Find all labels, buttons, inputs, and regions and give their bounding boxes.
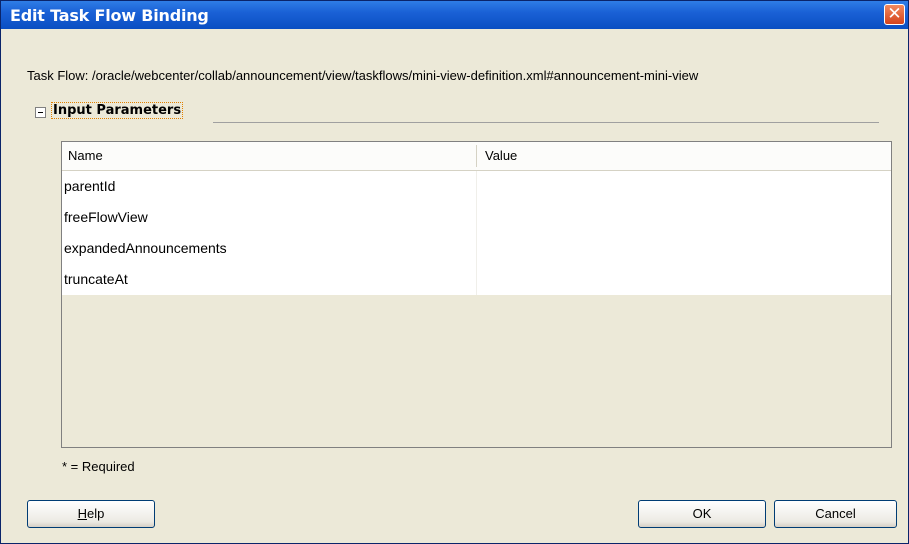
column-separator[interactable] (476, 145, 477, 167)
table-row[interactable]: parentId (62, 171, 891, 202)
help-label: elp (87, 506, 105, 521)
help-button[interactable]: Help (27, 500, 155, 528)
parameters-table: Name Value parentId freeFlowView expande… (61, 141, 892, 448)
cell-separator (476, 171, 477, 202)
cell-separator (476, 233, 477, 264)
parameter-name-cell: expandedAnnouncements (64, 240, 227, 256)
window-title: Edit Task Flow Binding (10, 6, 209, 25)
collapse-icon[interactable] (35, 107, 46, 118)
cancel-button[interactable]: Cancel (774, 500, 897, 528)
section-divider (213, 122, 879, 123)
parameter-name-cell: parentId (64, 178, 116, 194)
table-row[interactable]: expandedAnnouncements (62, 233, 891, 264)
edit-task-flow-binding-dialog: Edit Task Flow Binding ✕ Task Flow: /ora… (0, 0, 909, 544)
task-flow-path: Task Flow: /oracle/webcenter/collab/anno… (27, 68, 699, 83)
table-row[interactable]: truncateAt (62, 264, 891, 295)
parameter-name-cell: truncateAt (64, 271, 128, 287)
parameter-name-cell: freeFlowView (64, 209, 148, 225)
table-body: parentId freeFlowView expandedAnnounceme… (62, 171, 891, 295)
required-note: * = Required (62, 459, 135, 474)
close-icon: ✕ (887, 4, 902, 24)
table-header: Name Value (62, 142, 891, 171)
help-mnemonic: H (77, 506, 88, 521)
section-title[interactable]: Input Parameters (51, 102, 184, 119)
cell-separator (476, 202, 477, 233)
column-header-value[interactable]: Value (485, 142, 517, 170)
title-bar[interactable]: Edit Task Flow Binding ✕ (1, 1, 908, 29)
table-row[interactable]: freeFlowView (62, 202, 891, 233)
ok-button[interactable]: OK (638, 500, 766, 528)
close-button[interactable]: ✕ (884, 4, 905, 25)
cell-separator (476, 264, 477, 295)
column-header-name[interactable]: Name (68, 142, 103, 170)
